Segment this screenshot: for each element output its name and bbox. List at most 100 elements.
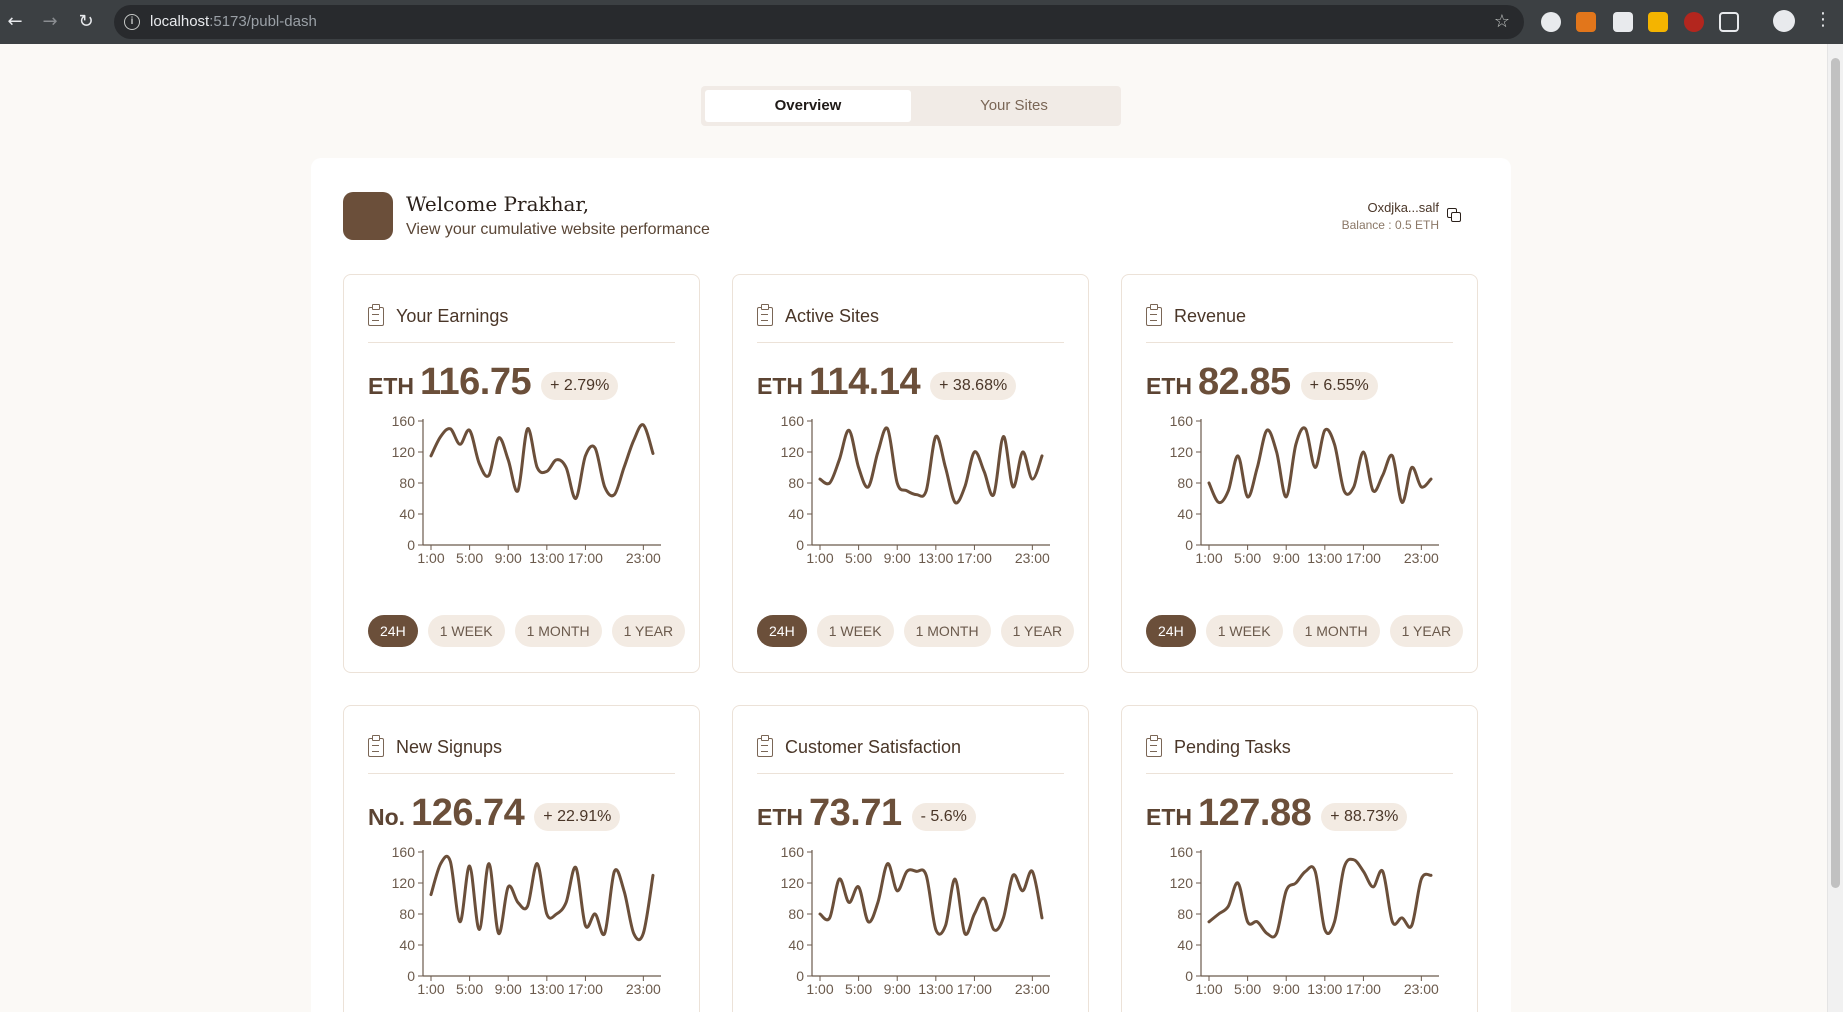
line-chart: 0 40 80 120 160 1:00 5:00 9:00 13:00 17:00 23:00 bbox=[757, 844, 1057, 1001]
x-tick-label: 5:00 bbox=[456, 981, 483, 996]
chart-svg: 0 40 80 120 160 1:00 5:00 9:00 13:00 17:00 23:00 bbox=[392, 844, 661, 997]
x-tick-label: 9:00 bbox=[495, 550, 522, 565]
range-24h-button[interactable]: 24H bbox=[1146, 615, 1196, 647]
card-title: Customer Satisfaction bbox=[785, 737, 962, 757]
reload-icon[interactable]: ↻ bbox=[75, 11, 97, 33]
y-tick-label: 40 bbox=[399, 506, 415, 522]
metric-card-active-sites: Active Sites ETH 114.14 + 38.68% 0 40 80 120 160… bbox=[732, 274, 1089, 673]
x-tick-label: 17:00 bbox=[1346, 981, 1381, 996]
series-line bbox=[1207, 426, 1433, 505]
y-tick-label: 40 bbox=[788, 506, 804, 522]
x-tick-label: 1:00 bbox=[1195, 550, 1222, 565]
x-tick-label: 23:00 bbox=[1015, 550, 1050, 565]
extension-globe-icon[interactable] bbox=[1541, 12, 1561, 32]
browser-menu-icon[interactable]: ⋮ bbox=[1814, 9, 1832, 30]
copy-icon[interactable] bbox=[1447, 208, 1461, 222]
wallet-info: Oxdjka...salf Balance : 0.5 ETH bbox=[1342, 200, 1439, 232]
site-info-icon[interactable]: i bbox=[124, 14, 140, 30]
x-tick-label: 23:00 bbox=[1015, 981, 1050, 996]
x-tick-label: 5:00 bbox=[845, 981, 872, 996]
clipboard-icon bbox=[1146, 304, 1162, 326]
address-bar[interactable]: i localhost:5173/publ-dash ☆ bbox=[114, 5, 1524, 39]
y-tick-label: 80 bbox=[788, 906, 804, 922]
clipboard-icon bbox=[757, 304, 773, 326]
dashboard-panel: Welcome Prakhar, View your cumulative we… bbox=[311, 158, 1511, 1012]
change-badge: + 38.68% bbox=[930, 372, 1017, 400]
browser-toolbar: ← → ↻ i localhost:5173/publ-dash ☆ ⋮ bbox=[0, 0, 1843, 44]
metric-number: 127.88 bbox=[1198, 792, 1312, 834]
x-tick-label: 17:00 bbox=[568, 981, 603, 996]
y-tick-label: 80 bbox=[788, 475, 804, 491]
page-scrollbar[interactable] bbox=[1827, 44, 1843, 1012]
x-tick-label: 1:00 bbox=[1195, 981, 1222, 996]
tab-your-sites[interactable]: Your Sites bbox=[911, 90, 1117, 122]
scrollbar-thumb[interactable] bbox=[1831, 58, 1840, 888]
welcome-subtitle: View your cumulative website performance bbox=[406, 221, 710, 238]
y-tick-label: 160 bbox=[781, 415, 805, 429]
x-tick-label: 13:00 bbox=[1307, 550, 1342, 565]
y-tick-label: 40 bbox=[1177, 506, 1193, 522]
time-range-selector: 24H 1 WEEK 1 MONTH 1 YEAR bbox=[1146, 615, 1464, 647]
x-tick-label: 23:00 bbox=[1404, 981, 1439, 996]
chart-svg: 0 40 80 120 160 1:00 5:00 9:00 13:00 17:00 23:00 bbox=[781, 844, 1050, 997]
change-badge: + 2.79% bbox=[541, 372, 619, 400]
series-line bbox=[429, 854, 655, 942]
range-1-week-button[interactable]: 1 WEEK bbox=[816, 615, 894, 647]
x-tick-label: 23:00 bbox=[1404, 550, 1439, 565]
y-tick-label: 160 bbox=[1170, 846, 1194, 860]
x-tick-label: 17:00 bbox=[1346, 550, 1381, 565]
chart-svg: 0 40 80 120 160 1:00 5:00 9:00 13:00 17:00 23:00 bbox=[1170, 844, 1439, 997]
x-tick-label: 23:00 bbox=[626, 981, 661, 996]
metric-unit: ETH bbox=[368, 373, 414, 399]
range-24h-button[interactable]: 24H bbox=[368, 615, 418, 647]
card-header: Pending Tasks bbox=[1146, 735, 1453, 774]
range-1-year-button[interactable]: 1 YEAR bbox=[1000, 615, 1075, 647]
y-tick-label: 160 bbox=[392, 846, 416, 860]
tab-overview[interactable]: Overview bbox=[705, 90, 911, 122]
y-tick-label: 160 bbox=[781, 846, 805, 860]
line-chart: 0 40 80 120 160 1:00 5:00 9:00 13:00 17:00 23:00 bbox=[757, 413, 1057, 570]
range-1-week-button[interactable]: 1 WEEK bbox=[427, 615, 505, 647]
line-chart: 0 40 80 120 160 1:00 5:00 9:00 13:00 17:00 23:00 bbox=[1146, 844, 1446, 1001]
forward-arrow-icon[interactable]: → bbox=[39, 11, 61, 33]
metric-card-pending-tasks: Pending Tasks ETH 127.88 + 88.73% 0 40 80 120 16… bbox=[1121, 705, 1478, 1012]
card-header: Your Earnings bbox=[368, 304, 675, 343]
range-1-month-button[interactable]: 1 MONTH bbox=[514, 615, 602, 647]
change-badge: + 22.91% bbox=[534, 803, 621, 831]
x-tick-label: 1:00 bbox=[417, 550, 444, 565]
y-tick-label: 160 bbox=[1170, 415, 1194, 429]
chart-svg: 0 40 80 120 160 1:00 5:00 9:00 13:00 17:00 23:00 bbox=[781, 413, 1050, 566]
extension-ublock-icon[interactable] bbox=[1684, 12, 1704, 32]
metric-card-your-earnings: Your Earnings ETH 116.75 + 2.79% 0 40 80 120 160… bbox=[343, 274, 700, 673]
range-24h-button[interactable]: 24H bbox=[757, 615, 807, 647]
extension-metamask-icon[interactable] bbox=[1576, 12, 1596, 32]
bookmark-star-icon[interactable]: ☆ bbox=[1494, 11, 1510, 32]
y-tick-label: 80 bbox=[1177, 906, 1193, 922]
back-arrow-icon[interactable]: ← bbox=[4, 11, 26, 33]
address-url[interactable]: localhost:5173/publ-dash bbox=[150, 13, 317, 30]
metric-value: ETH 127.88 + 88.73% bbox=[1146, 792, 1408, 835]
change-badge: - 5.6% bbox=[911, 803, 976, 831]
x-tick-label: 23:00 bbox=[626, 550, 661, 565]
range-1-year-button[interactable]: 1 YEAR bbox=[1389, 615, 1464, 647]
y-tick-label: 0 bbox=[796, 968, 804, 984]
extensions-puzzle-icon[interactable] bbox=[1719, 12, 1739, 32]
extension-glasses-icon[interactable] bbox=[1613, 12, 1633, 32]
card-title: Pending Tasks bbox=[1174, 737, 1291, 757]
metric-unit: ETH bbox=[1146, 373, 1192, 399]
range-1-year-button[interactable]: 1 YEAR bbox=[611, 615, 686, 647]
range-1-month-button[interactable]: 1 MONTH bbox=[903, 615, 991, 647]
metric-number: 116.75 bbox=[420, 361, 532, 403]
clipboard-icon bbox=[368, 304, 384, 326]
range-1-month-button[interactable]: 1 MONTH bbox=[1292, 615, 1380, 647]
extension-pen-icon[interactable] bbox=[1648, 12, 1668, 32]
y-tick-label: 40 bbox=[1177, 937, 1193, 953]
y-tick-label: 40 bbox=[399, 937, 415, 953]
clipboard-icon bbox=[1146, 735, 1162, 757]
card-title: Revenue bbox=[1174, 306, 1247, 326]
x-tick-label: 5:00 bbox=[1234, 550, 1261, 565]
metric-card-new-signups: New Signups No. 126.74 + 22.91% 0 40 80 120 160 1… bbox=[343, 705, 700, 1012]
range-1-week-button[interactable]: 1 WEEK bbox=[1205, 615, 1283, 647]
profile-avatar[interactable] bbox=[1773, 10, 1795, 32]
welcome-title: Welcome Prakhar, bbox=[406, 192, 590, 216]
